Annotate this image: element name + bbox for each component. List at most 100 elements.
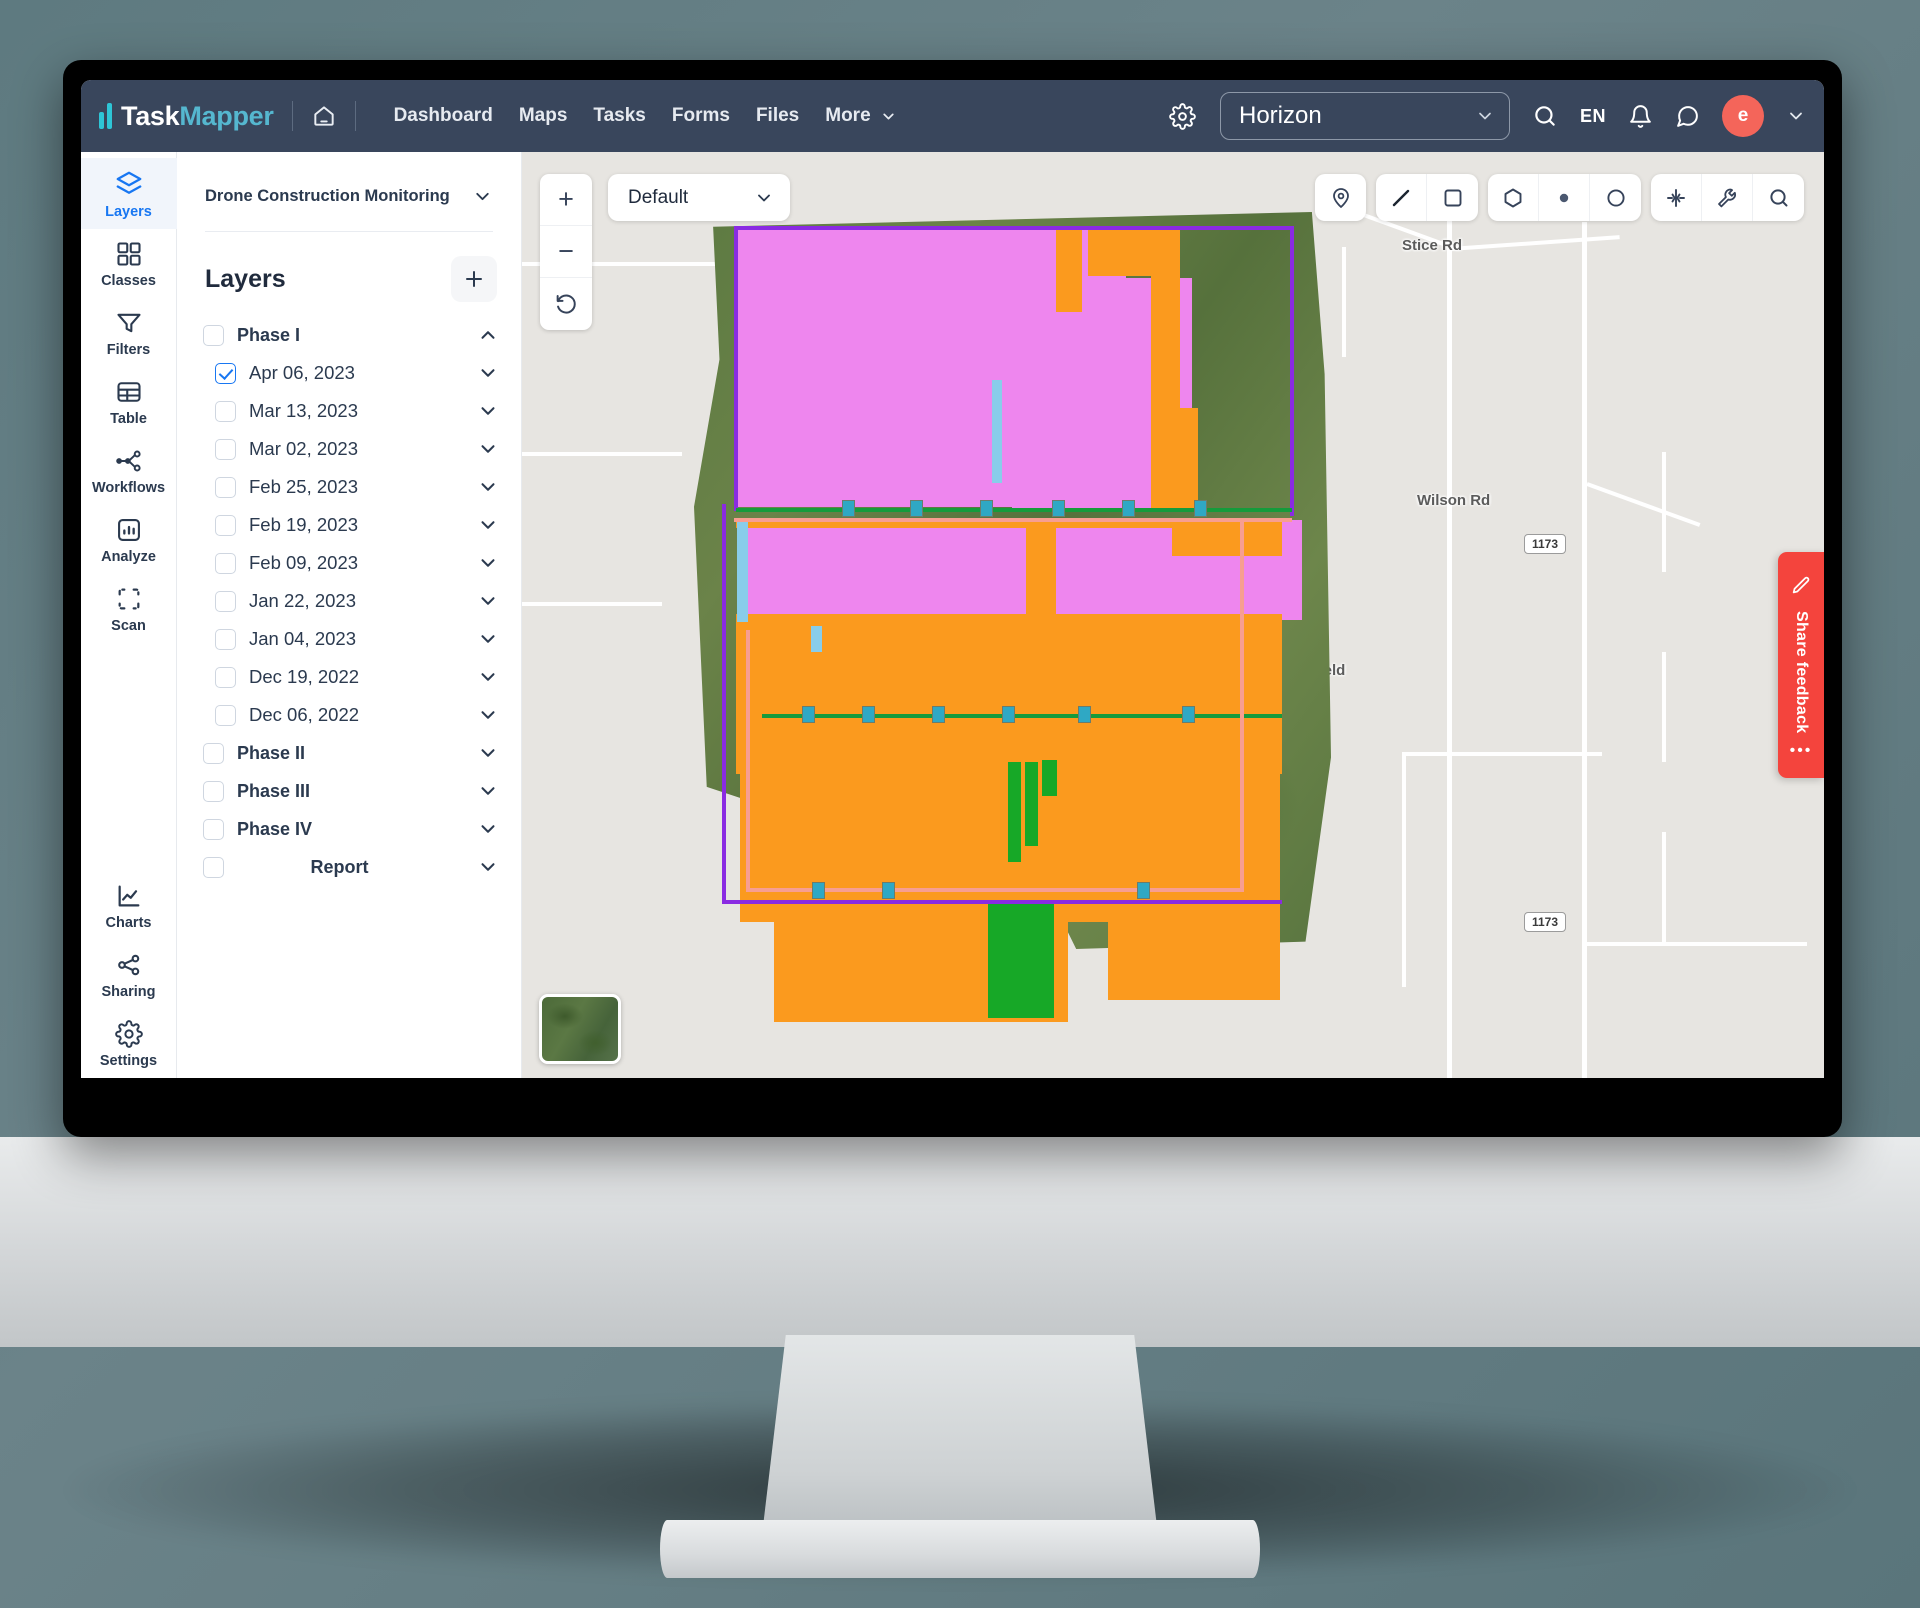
map-marker[interactable]: [802, 706, 815, 723]
list-item[interactable]: Feb 25, 2023: [203, 468, 499, 506]
list-item[interactable]: Jan 22, 2023: [203, 582, 499, 620]
nav-item-dashboard[interactable]: Dashboard: [394, 105, 493, 127]
line-draw-icon[interactable]: [1376, 174, 1427, 221]
wrench-icon[interactable]: [1702, 174, 1753, 221]
list-item[interactable]: Phase IV: [203, 810, 499, 848]
list-item[interactable]: Mar 13, 2023: [203, 392, 499, 430]
project-selector[interactable]: Horizon: [1219, 92, 1510, 140]
sidebar-item-analyze[interactable]: Analyze: [81, 505, 177, 574]
map-marker[interactable]: [980, 500, 993, 517]
nav-item-files[interactable]: Files: [756, 105, 799, 127]
map-marker[interactable]: [1194, 500, 1207, 517]
list-item[interactable]: Dec 06, 2022: [203, 696, 499, 734]
point-draw-icon[interactable]: [1539, 174, 1590, 221]
sidebar-item-layers[interactable]: Layers: [81, 158, 177, 229]
layer-checkbox[interactable]: [215, 514, 236, 536]
language-selector[interactable]: EN: [1580, 106, 1606, 127]
sidebar-item-scan[interactable]: Scan: [81, 574, 177, 643]
nav-item-more[interactable]: More: [825, 105, 896, 127]
map-marker[interactable]: [1052, 500, 1065, 517]
list-item[interactable]: Phase I: [203, 316, 499, 354]
zoom-out-button[interactable]: −: [540, 226, 592, 278]
sidebar-item-sharing[interactable]: Sharing: [81, 940, 177, 1009]
map-overlay-line[interactable]: [992, 380, 1002, 483]
chevron-down-icon[interactable]: [477, 514, 499, 536]
list-item[interactable]: Jan 04, 2023: [203, 620, 499, 658]
layer-checkbox[interactable]: [215, 400, 236, 422]
map-overlay-line[interactable]: [811, 626, 822, 652]
avatar[interactable]: e: [1722, 95, 1764, 137]
sidebar-item-workflows[interactable]: Workflows: [81, 436, 177, 505]
layer-checkbox[interactable]: [215, 666, 236, 688]
map-overlay-polygon[interactable]: [1151, 276, 1180, 408]
map-overlay-polygon[interactable]: [1108, 902, 1280, 1000]
list-item[interactable]: Feb 09, 2023: [203, 544, 499, 582]
zoom-in-button[interactable]: +: [540, 174, 592, 226]
layer-checkbox[interactable]: [215, 438, 236, 460]
layer-checkbox[interactable]: [215, 362, 236, 384]
map-overlay-polygon[interactable]: [1026, 520, 1056, 620]
map-marker[interactable]: [842, 500, 855, 517]
list-item[interactable]: Phase II: [203, 734, 499, 772]
map-search-icon[interactable]: [1753, 174, 1804, 221]
layer-checkbox[interactable]: [215, 628, 236, 650]
reset-rotation-icon[interactable]: [540, 278, 592, 330]
layer-checkbox[interactable]: [203, 742, 224, 764]
map-boundary-line[interactable]: [722, 504, 726, 904]
map-overlay-polygon[interactable]: [1008, 762, 1021, 862]
map-overlay-polygon[interactable]: [738, 520, 1028, 620]
map-marker[interactable]: [882, 882, 895, 899]
sidebar-item-settings[interactable]: Settings: [81, 1009, 177, 1078]
chevron-down-icon[interactable]: [477, 818, 499, 840]
map-canvas[interactable]: Stice Rd Wilson Rd g Field 1173 1173: [522, 152, 1824, 1078]
search-icon[interactable]: [1532, 103, 1558, 129]
nav-item-tasks[interactable]: Tasks: [593, 105, 645, 127]
rectangle-draw-icon[interactable]: [1427, 174, 1478, 221]
layer-checkbox[interactable]: [203, 324, 224, 346]
map-boundary-line[interactable]: [736, 508, 1292, 512]
map-overlay-polygon[interactable]: [1172, 520, 1282, 556]
map-overlay-line[interactable]: [737, 520, 748, 622]
list-item[interactable]: Report: [203, 848, 499, 886]
basemap-selector[interactable]: Default: [608, 174, 790, 221]
chevron-down-icon[interactable]: [477, 780, 499, 802]
layer-checkbox[interactable]: [203, 856, 224, 878]
map-marker[interactable]: [1182, 706, 1195, 723]
map-boundary-line[interactable]: [1290, 226, 1294, 516]
chevron-down-icon[interactable]: [477, 704, 499, 726]
map-boundary-line[interactable]: [762, 714, 1282, 718]
layer-checkbox[interactable]: [203, 780, 224, 802]
chevron-down-icon[interactable]: [477, 590, 499, 612]
map-marker[interactable]: [1078, 706, 1091, 723]
map-overlay-polygon[interactable]: [1042, 760, 1057, 796]
add-layer-button[interactable]: [451, 256, 497, 302]
gear-icon[interactable]: [1168, 101, 1198, 131]
nav-item-forms[interactable]: Forms: [672, 105, 730, 127]
chevron-down-icon[interactable]: [477, 628, 499, 650]
map-boundary-line[interactable]: [734, 226, 1294, 230]
list-item[interactable]: Mar 02, 2023: [203, 430, 499, 468]
chevron-down-icon[interactable]: [477, 362, 499, 384]
map-boundary-line[interactable]: [746, 630, 750, 892]
bell-icon[interactable]: [1628, 104, 1653, 129]
list-item[interactable]: Dec 19, 2022: [203, 658, 499, 696]
map-marker[interactable]: [812, 882, 825, 899]
panel-project-selector[interactable]: Drone Construction Monitoring: [205, 186, 493, 232]
nav-item-maps[interactable]: Maps: [519, 105, 568, 127]
map-overlay-polygon[interactable]: [988, 900, 1054, 1018]
chevron-down-icon[interactable]: [477, 552, 499, 574]
layer-checkbox[interactable]: [215, 476, 236, 498]
map-marker[interactable]: [932, 706, 945, 723]
map-marker[interactable]: [1137, 882, 1150, 899]
chevron-up-icon[interactable]: [477, 324, 499, 346]
list-item[interactable]: Apr 06, 2023: [203, 354, 499, 392]
map-marker[interactable]: [862, 706, 875, 723]
list-item[interactable]: Phase III: [203, 772, 499, 810]
sidebar-item-classes[interactable]: Classes: [81, 229, 177, 298]
circle-draw-icon[interactable]: [1590, 174, 1641, 221]
chevron-down-icon[interactable]: [477, 666, 499, 688]
map-overlay-polygon[interactable]: [1025, 762, 1038, 846]
drag-handle-dots[interactable]: •••: [1790, 743, 1813, 759]
polygon-draw-icon[interactable]: [1488, 174, 1539, 221]
chat-bubble-icon[interactable]: [1675, 104, 1700, 129]
